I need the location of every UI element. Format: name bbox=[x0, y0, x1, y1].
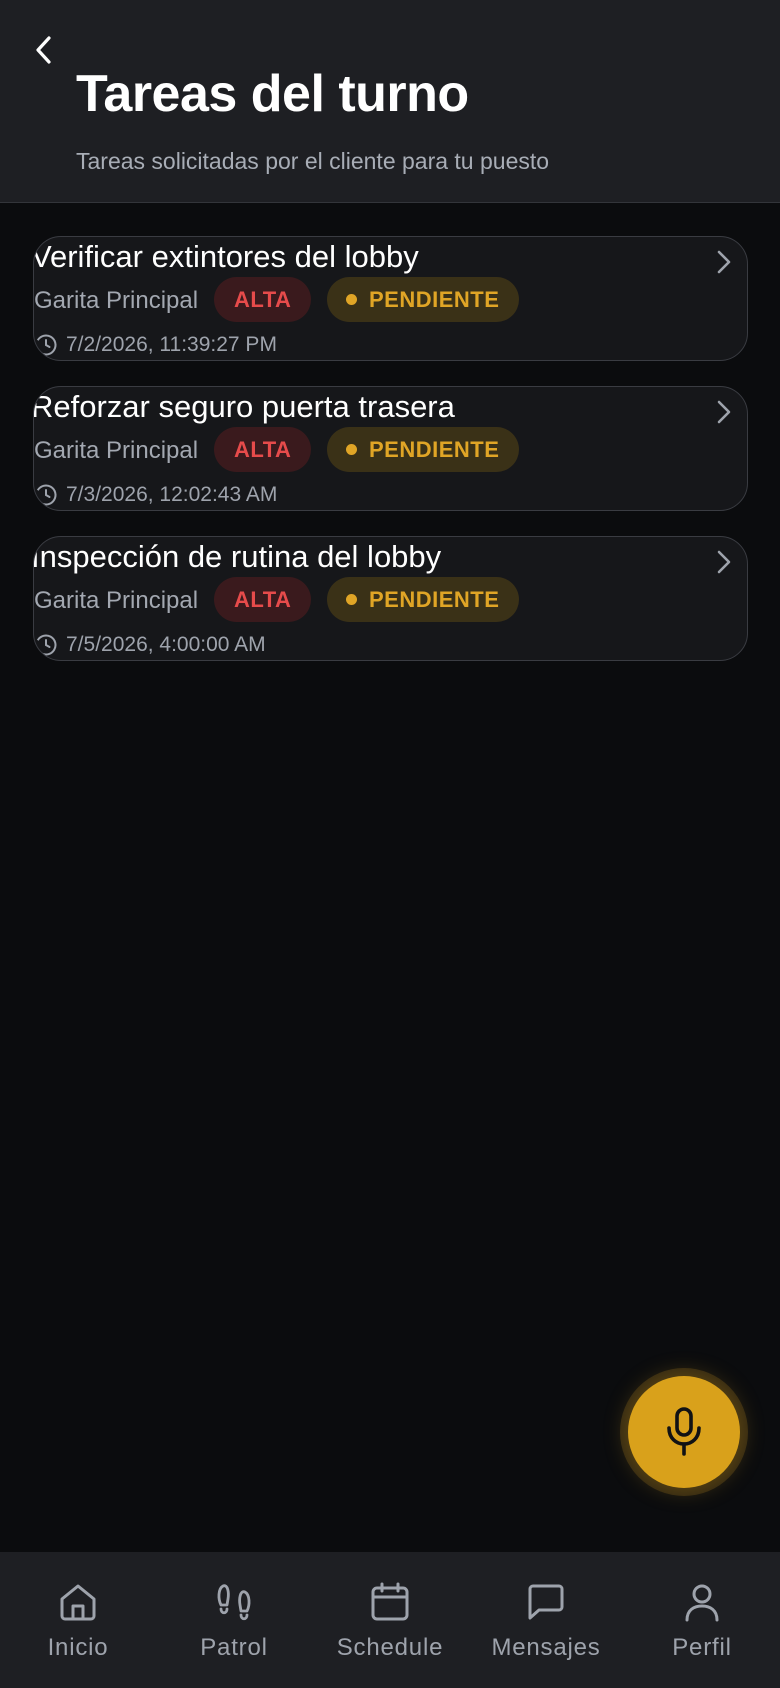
task-datetime: 7/2/2026, 11:39:27 PM bbox=[66, 333, 277, 356]
task-datetime: 7/5/2026, 4:00:00 AM bbox=[66, 633, 266, 656]
task-location: Garita Principal bbox=[34, 287, 199, 314]
clock-icon bbox=[35, 484, 57, 506]
nav-label: Mensajes bbox=[491, 1634, 601, 1661]
status-badge: PENDIENTE bbox=[327, 577, 520, 622]
nav-item-mensajes[interactable]: Mensajes bbox=[468, 1552, 624, 1688]
task-time: 7/3/2026, 12:02:43 AM bbox=[34, 483, 277, 507]
home-icon bbox=[56, 1580, 100, 1624]
calendar-icon bbox=[368, 1580, 412, 1624]
nav-item-inicio[interactable]: Inicio bbox=[0, 1552, 156, 1688]
nav-label: Patrol bbox=[200, 1634, 268, 1661]
clock-icon bbox=[35, 634, 57, 656]
task-title: Reforzar seguro puerta trasera bbox=[33, 389, 455, 424]
page-title: Tareas del turno bbox=[76, 65, 469, 123]
status-badge: PENDIENTE bbox=[327, 427, 520, 472]
voice-fab-button[interactable] bbox=[628, 1376, 740, 1488]
priority-badge: ALTA bbox=[214, 427, 312, 472]
priority-badge: ALTA bbox=[214, 577, 312, 622]
status-dot-icon bbox=[346, 294, 357, 305]
status-badge: PENDIENTE bbox=[327, 277, 520, 322]
task-location: Garita Principal bbox=[34, 437, 199, 464]
status-dot-icon bbox=[346, 444, 357, 455]
footprints-icon bbox=[212, 1580, 256, 1624]
chevron-right-icon bbox=[711, 397, 737, 427]
task-list: Verificar extintores del lobby Garita Pr… bbox=[33, 236, 748, 686]
header: Tareas del turno Tareas solicitadas por … bbox=[0, 0, 780, 203]
priority-badge: ALTA bbox=[214, 277, 312, 322]
nav-label: Perfil bbox=[672, 1634, 732, 1661]
task-card[interactable]: Inspección de rutina del lobby Garita Pr… bbox=[33, 536, 748, 661]
task-time: 7/2/2026, 11:39:27 PM bbox=[34, 333, 277, 357]
task-time: 7/5/2026, 4:00:00 AM bbox=[34, 633, 266, 657]
status-label: PENDIENTE bbox=[369, 286, 500, 312]
chevron-right-icon bbox=[711, 547, 737, 577]
bottom-nav: Inicio Patrol Schedule Mensajes Perfil bbox=[0, 1552, 780, 1688]
status-label: PENDIENTE bbox=[369, 586, 500, 612]
clock-icon bbox=[35, 334, 57, 356]
task-card[interactable]: Reforzar seguro puerta trasera Garita Pr… bbox=[33, 386, 748, 511]
nav-item-perfil[interactable]: Perfil bbox=[624, 1552, 780, 1688]
message-icon bbox=[524, 1580, 568, 1624]
task-datetime: 7/3/2026, 12:02:43 AM bbox=[66, 483, 278, 506]
screen: Tareas del turno Tareas solicitadas por … bbox=[0, 0, 780, 1688]
nav-label: Inicio bbox=[47, 1634, 109, 1661]
page-subtitle: Tareas solicitadas por el cliente para t… bbox=[76, 148, 550, 174]
task-location: Garita Principal bbox=[34, 587, 199, 614]
nav-item-patrol[interactable]: Patrol bbox=[156, 1552, 312, 1688]
microphone-icon bbox=[667, 1407, 701, 1456]
nav-item-schedule[interactable]: Schedule bbox=[312, 1552, 468, 1688]
task-card[interactable]: Verificar extintores del lobby Garita Pr… bbox=[33, 236, 748, 361]
task-title: Inspección de rutina del lobby bbox=[33, 539, 442, 574]
chevron-left-icon bbox=[36, 36, 51, 64]
user-icon bbox=[680, 1580, 724, 1624]
task-title: Verificar extintores del lobby bbox=[33, 239, 419, 274]
nav-label: Schedule bbox=[336, 1634, 444, 1661]
chevron-right-icon bbox=[711, 247, 737, 277]
status-dot-icon bbox=[346, 594, 357, 605]
back-button[interactable] bbox=[28, 30, 58, 70]
status-label: PENDIENTE bbox=[369, 436, 500, 462]
